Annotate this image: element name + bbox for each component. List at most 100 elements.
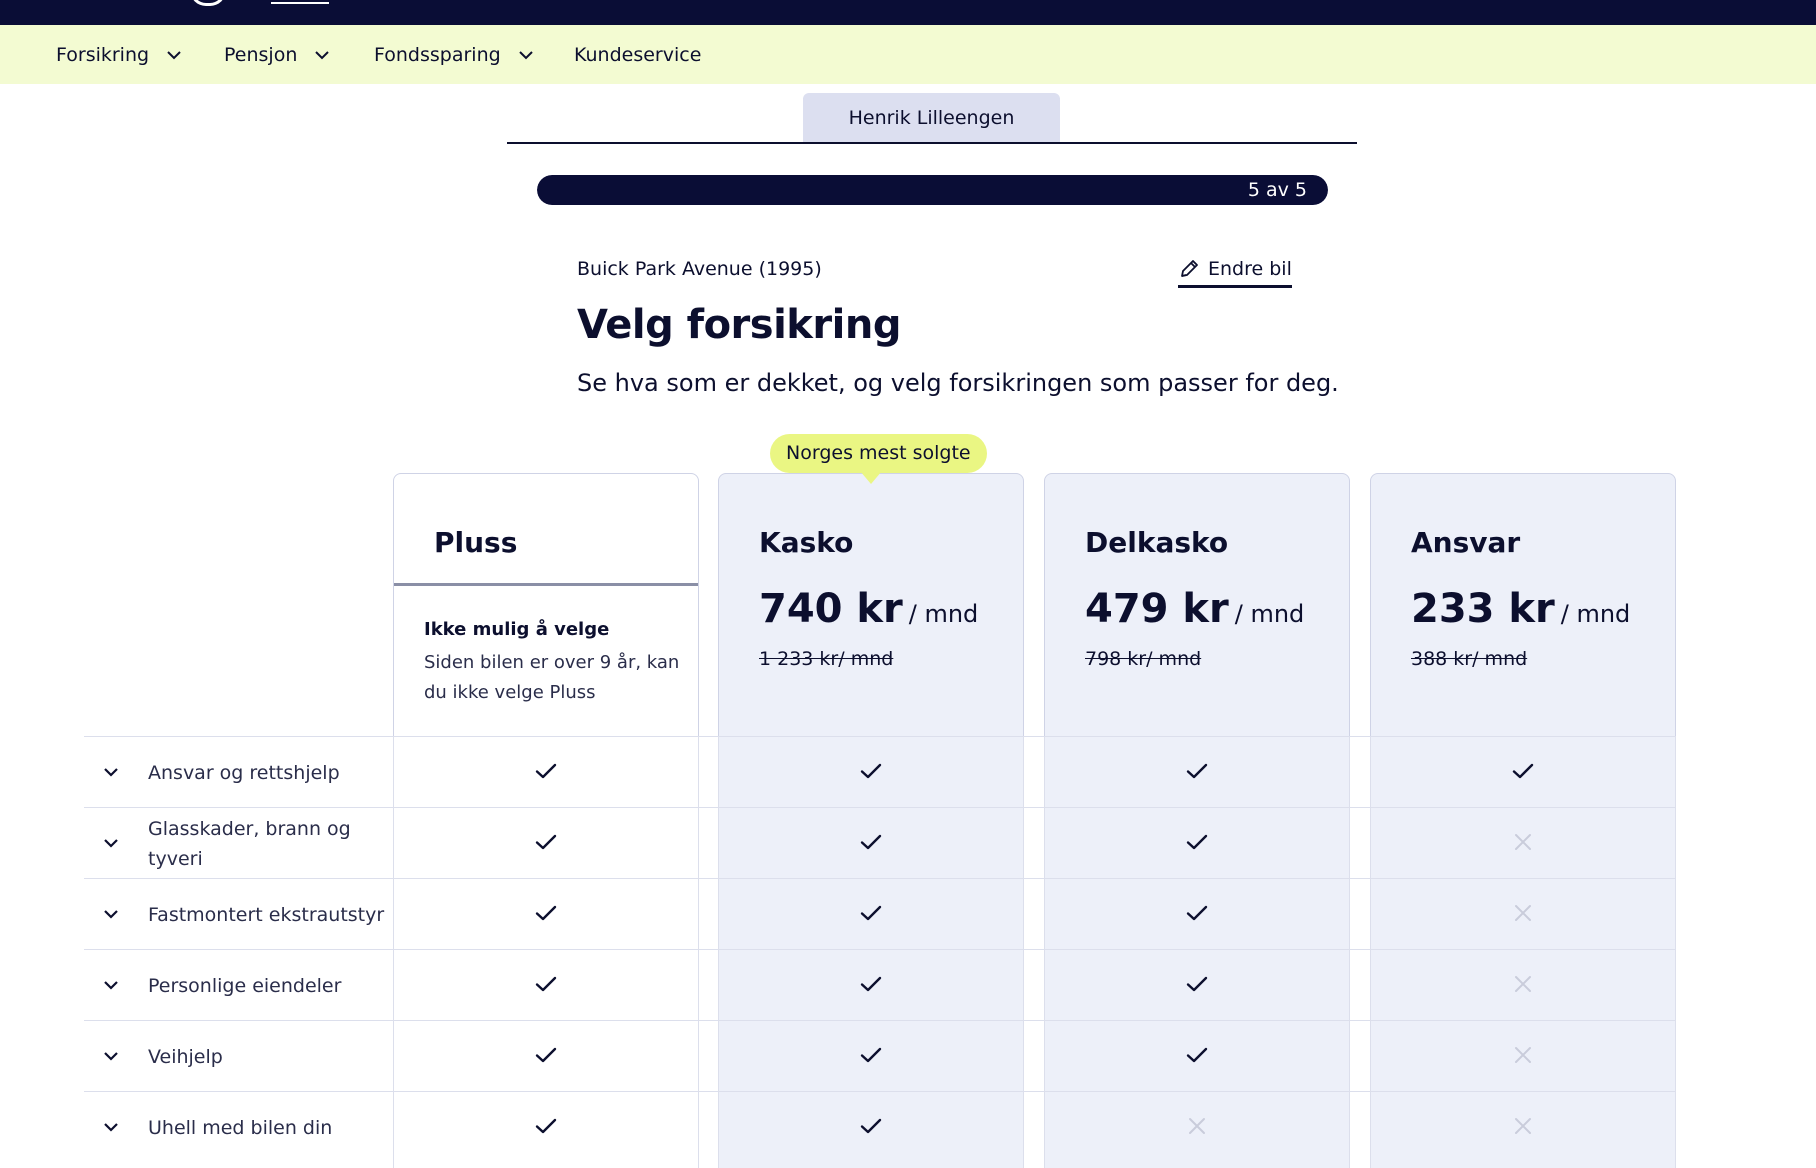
coverage-cell [1044,1092,1350,1163]
coverage-cell [718,1021,1024,1092]
column-divider [1349,736,1350,1168]
chevron-down-icon [165,46,183,64]
plan-divider [394,583,698,586]
unavailable-title: Ikke mulig å velge [424,619,610,640]
logo[interactable] [190,0,226,6]
coverage-cell [1370,950,1676,1021]
cross-icon [1511,830,1535,858]
nav-item-label: Kundeservice [574,43,702,66]
plan-price: 233 kr / mnd [1411,586,1630,632]
progress-fill [537,175,1328,205]
column-divider [1675,736,1676,1168]
price-value: 740 kr [759,586,903,632]
main-nav: Forsikring Pensjon Fondssparing Kundeser… [0,25,1816,84]
coverage-cell [1370,737,1676,808]
plan-old-price: 388 kr/ mnd [1411,648,1528,670]
coverage-cell [1370,879,1676,950]
column-divider [698,736,699,1168]
coverage-row[interactable]: Glasskader, brann og tyveri [84,807,1676,879]
plan-price: 479 kr / mnd [1085,586,1304,632]
cross-icon [1511,1114,1535,1142]
nav-item-forsikring[interactable]: Forsikring [56,25,183,84]
coverage-row[interactable]: Ansvar og rettshjelp [84,736,1676,808]
chevron-down-icon[interactable] [102,834,120,852]
check-icon [859,759,883,787]
coverage-cell [1044,808,1350,879]
check-icon [859,1114,883,1142]
check-icon [1185,972,1209,1000]
price-value: 479 kr [1085,586,1229,632]
coverage-cell [718,1092,1024,1163]
cross-icon [1511,1043,1535,1071]
check-icon [534,901,558,929]
coverage-cell [393,1021,699,1092]
plan-name: Ansvar [1411,526,1521,559]
coverage-cell [393,879,699,950]
check-icon [534,759,558,787]
coverage-row[interactable]: Veihjelp [84,1020,1676,1092]
progress-label: 5 av 5 [1247,179,1307,201]
cross-icon [1185,1114,1209,1142]
price-unit: / mnd [1234,600,1305,628]
top-link-underline [271,2,329,4]
price-value: 233 kr [1411,586,1555,632]
edit-car-button[interactable]: Endre bil [1178,256,1292,288]
nav-item-label: Pensjon [224,43,298,66]
tab-divider [507,142,1357,144]
chevron-down-icon[interactable] [102,763,120,781]
chevron-down-icon[interactable] [102,976,120,994]
check-icon [1185,901,1209,929]
coverage-cell [1044,950,1350,1021]
top-bar [0,0,1816,25]
check-icon [859,901,883,929]
page-title: Velg forsikring [577,302,901,348]
plan-price: 740 kr / mnd [759,586,978,632]
chevron-down-icon[interactable] [102,1118,120,1136]
edit-car-label: Endre bil [1208,258,1292,280]
nav-item-kundeservice[interactable]: Kundeservice [574,25,701,84]
chevron-down-icon[interactable] [102,1047,120,1065]
coverage-row[interactable]: Fastmontert ekstrautstyr [84,878,1676,950]
coverage-label: Personlige eiendeler [148,974,342,997]
check-icon [1185,1043,1209,1071]
coverage-label: Veihjelp [148,1045,223,1068]
plan-name: Delkasko [1085,526,1229,559]
plan-name: Pluss [434,526,518,559]
column-divider [718,736,719,1168]
price-unit: / mnd [1560,600,1631,628]
coverage-cell [393,737,699,808]
column-divider [1370,736,1371,1168]
cross-icon [1511,901,1535,929]
check-icon [534,1043,558,1071]
coverage-cell [1370,1092,1676,1163]
coverage-cell [1044,879,1350,950]
badge-pointer [860,471,882,484]
column-divider [1023,736,1024,1168]
pencil-icon [1181,260,1198,277]
check-icon [859,1043,883,1071]
nav-item-pensjon[interactable]: Pensjon [224,25,331,84]
nav-item-fondssparing[interactable]: Fondssparing [374,25,535,84]
nav-item-label: Forsikring [56,43,150,66]
cross-icon [1511,972,1535,1000]
coverage-cell [718,737,1024,808]
coverage-row[interactable]: Personlige eiendeler [84,949,1676,1021]
coverage-row[interactable]: Uhell med bilen din [84,1091,1676,1163]
coverage-label: Ansvar og rettshjelp [148,761,340,784]
check-icon [534,972,558,1000]
plan-name: Kasko [759,526,854,559]
column-divider [393,736,394,1168]
coverage-cell [718,879,1024,950]
chevron-down-icon [313,46,331,64]
car-name: Buick Park Avenue (1995) [577,258,822,280]
bestseller-badge: Norges mest solgte [770,434,987,473]
plan-old-price: 798 kr/ mnd [1085,648,1202,670]
plan-old-price: 1 233 kr/ mnd [759,648,894,670]
coverage-label: Fastmontert ekstrautstyr [148,903,385,926]
chevron-down-icon [517,46,535,64]
coverage-label: Glasskader, brann og tyveri [148,817,351,870]
check-icon [534,830,558,858]
chevron-down-icon[interactable] [102,905,120,923]
progress-bar: 5 av 5 [537,175,1328,205]
tab-person[interactable]: Henrik Lilleengen [803,93,1060,142]
